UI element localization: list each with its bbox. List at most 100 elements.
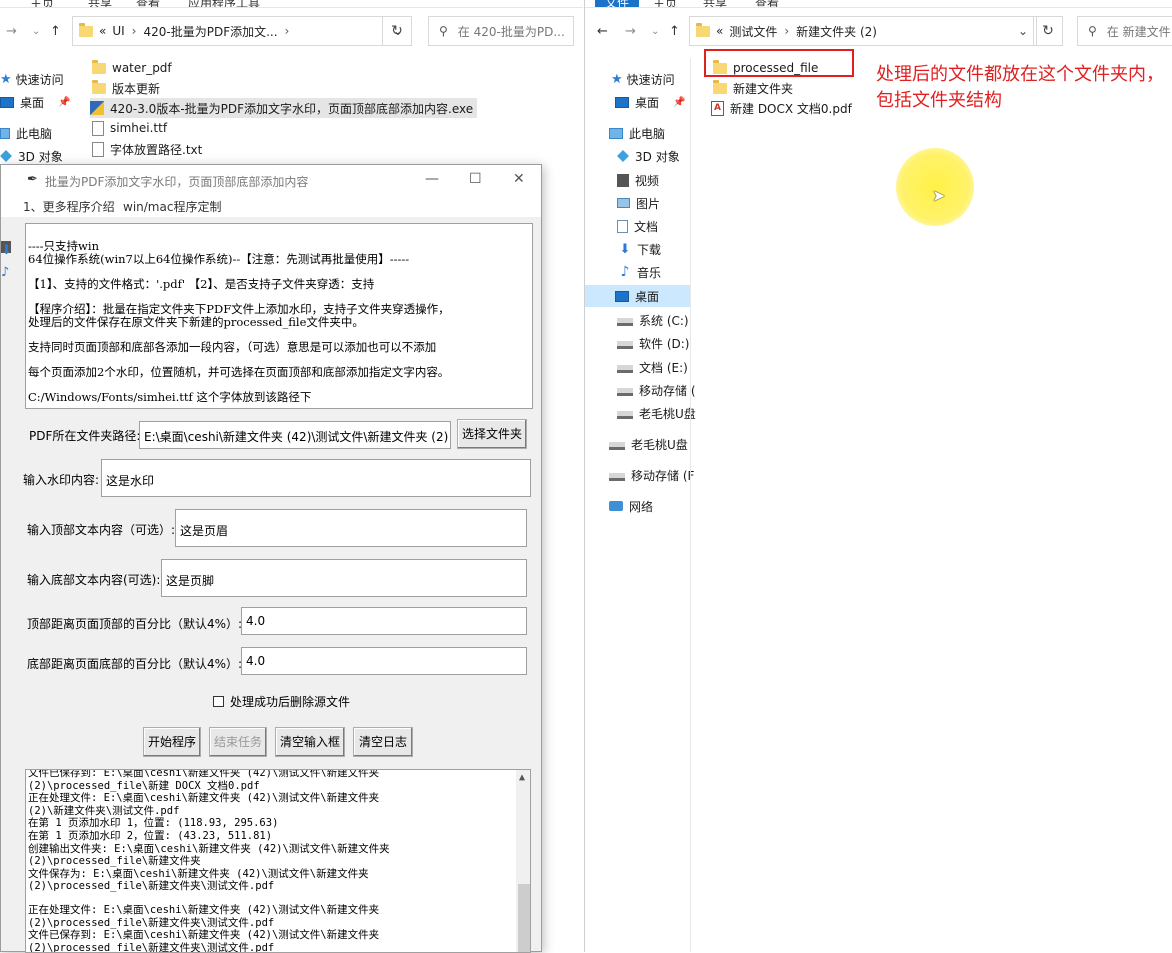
breadcrumb-separator-icon: ›	[784, 24, 790, 38]
ribbon-tab[interactable]: 查看	[136, 0, 160, 7]
refresh-icon[interactable]: ↻	[382, 16, 412, 46]
ribbon-tab-file[interactable]: 文件	[595, 0, 640, 7]
folder-icon	[713, 79, 727, 94]
delete-source-checkbox[interactable]: 处理成功后删除源文件	[213, 693, 350, 710]
file-row[interactable]: 新建文件夹	[713, 78, 793, 98]
maximize-icon[interactable]: ☐	[469, 171, 482, 187]
file-row[interactable]: water_pdf	[92, 58, 172, 78]
ribbon-tab[interactable]: 应用程序工具	[188, 0, 260, 7]
log-line: (2)\processed_file\新建文件夹\测试文件.pdf	[28, 880, 275, 893]
info-line: 每个页面添加2个水印，位置随机，并可选择在页面顶部和底部添加指定文字内容。	[28, 365, 450, 379]
choose-folder-button[interactable]: 选择文件夹	[457, 419, 527, 449]
file-row[interactable]: A 新建 DOCX 文档0.pdf	[711, 98, 852, 118]
nav-removable-f[interactable]: 移动存储 (F	[609, 464, 694, 486]
close-icon[interactable]: ✕	[513, 171, 525, 187]
pin-icon[interactable]: 📌	[58, 97, 70, 108]
file-row[interactable]: 字体放置路径.txt	[92, 139, 202, 159]
menu-item-program-intro[interactable]: 1、更多程序介绍	[23, 198, 115, 215]
nav-drive-c[interactable]: 系统 (C:)	[617, 309, 689, 331]
chevron-down-icon[interactable]: ⌄	[32, 26, 40, 37]
log-line: 文件保存为: E:\桌面\ceshi\新建文件夹 (42)\测试文件\新建文件夹	[28, 867, 369, 880]
clear-inputs-button[interactable]: 清空输入框	[275, 727, 345, 757]
drive-icon	[609, 473, 625, 481]
mouse-cursor-icon: ➤	[932, 186, 946, 205]
forward-icon[interactable]: →	[6, 24, 17, 39]
pictures-icon	[617, 198, 630, 208]
right-search-box[interactable]: ⚲ 在 新建文件	[1077, 16, 1172, 46]
pin-icon[interactable]: 📌	[673, 97, 685, 108]
nav-drive-e[interactable]: 文档 (E:)	[617, 356, 688, 378]
ribbon-tab[interactable]: 共享	[88, 0, 112, 7]
music-icon: ♪	[620, 264, 630, 280]
scroll-up-icon[interactable]: ▲	[519, 772, 525, 783]
breadcrumb-current[interactable]: 新建文件夹 (2)	[796, 23, 877, 40]
ribbon-tab[interactable]: 主页	[653, 0, 677, 7]
right-address-field[interactable]: « 测试文件 › 新建文件夹 (2) ⌄	[689, 16, 1037, 46]
file-row-selected[interactable]: 420-3.0版本-批量为PDF添加文字水印，页面顶部底部添加内容.exe	[90, 98, 478, 118]
file-name: water_pdf	[112, 61, 172, 75]
nav-videos[interactable]: 视频	[617, 169, 659, 191]
nav-label: 移动存储 (F	[631, 468, 695, 483]
nav-pane-divider	[690, 58, 691, 952]
back-icon[interactable]: ←	[597, 24, 608, 39]
file-row[interactable]: simhei.ttf	[92, 118, 167, 138]
path-overflow[interactable]: «	[716, 24, 723, 38]
nav-quick-access[interactable]: ★ 快速访问	[0, 68, 64, 90]
nav-quick-access[interactable]: ★ 快速访问	[611, 68, 675, 90]
nav-pictures[interactable]: 图片	[617, 192, 660, 214]
nav-downloads[interactable]: ⬇ 下载	[617, 238, 661, 260]
nav-desktop[interactable]: 桌面 📌	[615, 91, 685, 113]
path-overflow[interactable]: «	[99, 24, 106, 38]
clear-log-button[interactable]: 清空日志	[353, 727, 413, 757]
nav-music[interactable]: ♪ 音乐	[617, 261, 661, 283]
nav-documents[interactable]: 文档	[617, 215, 658, 237]
ribbon-tab[interactable]: 共享	[703, 0, 727, 7]
top-percent-field[interactable]: 4.0	[241, 607, 527, 635]
nav-network[interactable]: 网络	[609, 495, 653, 517]
stop-task-button[interactable]: 结束任务	[209, 727, 267, 757]
window-title: 批量为PDF添加文字水印，页面顶部底部添加内容	[45, 175, 309, 189]
checkbox-box[interactable]	[213, 696, 224, 707]
start-button[interactable]: 开始程序	[143, 727, 201, 757]
bottom-percent-field[interactable]: 4.0	[241, 647, 527, 675]
chevron-down-icon[interactable]: ⌄	[651, 26, 659, 37]
nav-label: 老毛桃U盘	[639, 406, 696, 421]
left-address-field[interactable]: « UI › 420-批量为PDF添加文... › ⌄	[72, 16, 412, 46]
watermark-field[interactable]: 这是水印	[101, 459, 531, 497]
file-row[interactable]: 版本更新	[92, 78, 160, 98]
nav-removable[interactable]: 移动存储 (	[617, 379, 696, 401]
forward-icon[interactable]: →	[625, 24, 636, 39]
nav-usb[interactable]: 老毛桃U盘	[617, 402, 696, 424]
breadcrumb-ui[interactable]: UI	[112, 24, 124, 38]
nav-label: 老毛桃U盘	[631, 437, 688, 452]
folder-path-field[interactable]: E:\桌面\ceshi\新建文件夹 (42)\测试文件\新建文件夹 (2)	[139, 421, 451, 449]
nav-desktop-selected[interactable]: 桌面	[585, 285, 691, 307]
nav-3d-objects[interactable]: 3D 对象	[617, 145, 680, 167]
scroll-thumb[interactable]	[518, 884, 530, 952]
breadcrumb-current[interactable]: 420-批量为PDF添加文...	[143, 23, 277, 40]
header-field[interactable]: 这是页眉	[175, 509, 527, 547]
up-arrow-icon[interactable]: ↑	[50, 24, 61, 39]
breadcrumb-test-files[interactable]: 测试文件	[729, 23, 777, 40]
music-strip-icon: ♪	[1, 265, 10, 280]
left-search-box[interactable]: ⚲ 在 420-批量为PD...	[428, 16, 574, 46]
nav-label: 快速访问	[626, 72, 675, 87]
desktop-icon	[0, 96, 14, 108]
ribbon-tab[interactable]: 查看	[755, 0, 779, 7]
up-arrow-icon[interactable]: ↑	[669, 24, 680, 39]
nav-this-pc[interactable]: 此电脑	[609, 122, 665, 144]
nav-label: 此电脑	[629, 126, 666, 141]
minimize-icon[interactable]: —	[425, 171, 439, 187]
log-text-box[interactable]: 文件已保存到: E:\桌面\ceshi\新建文件夹 (42)\测试文件\新建文件…	[25, 769, 531, 953]
nav-drive-d[interactable]: 软件 (D:)	[617, 332, 689, 354]
nav-this-pc[interactable]: 此电脑	[0, 122, 52, 144]
footer-field[interactable]: 这是页脚	[161, 559, 527, 597]
search-icon: ⚲	[439, 24, 448, 38]
log-scrollbar[interactable]: ▲	[516, 770, 530, 952]
ribbon-tab[interactable]: 主页	[30, 0, 54, 7]
menu-item-custom[interactable]: win/mac程序定制	[123, 198, 221, 215]
nav-desktop[interactable]: 桌面 📌	[0, 91, 70, 113]
search-placeholder: 在 新建文件	[1106, 24, 1171, 39]
refresh-icon[interactable]: ↻	[1033, 16, 1063, 46]
nav-usb-root[interactable]: 老毛桃U盘	[609, 433, 688, 455]
